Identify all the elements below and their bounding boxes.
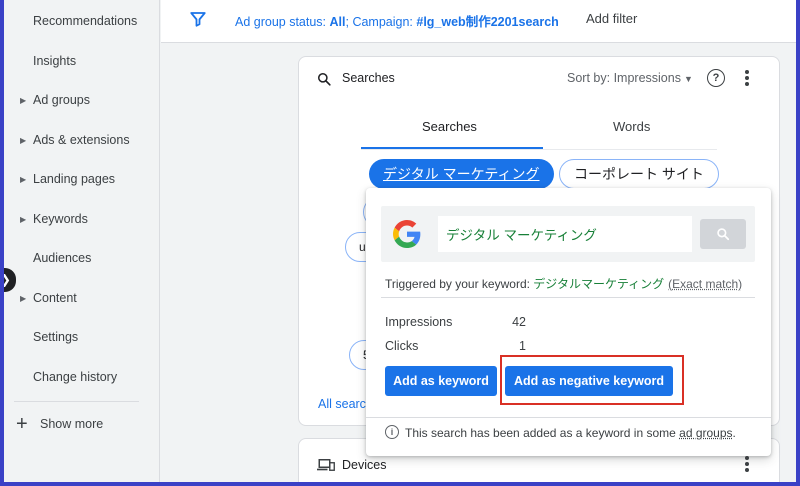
help-icon[interactable]: ? <box>707 69 725 87</box>
search-preview-box: デジタル マーケティング <box>381 206 755 262</box>
triggered-keyword: デジタルマーケティング <box>533 277 665 291</box>
triggered-label: Triggered by your keyword: <box>385 277 534 291</box>
caret-down-icon: ▼ <box>683 74 693 84</box>
tab-divider <box>361 149 717 150</box>
sidebar-item-label: Change history <box>33 370 118 384</box>
stat-value-impressions: 42 <box>512 315 526 329</box>
card-title: Searches <box>342 71 395 85</box>
filter-bar: Ad group status: All; Campaign: #lg_web制… <box>161 0 796 43</box>
stat-value-clicks: 1 <box>519 339 526 353</box>
search-query-field: デジタル マーケティング <box>438 216 692 252</box>
sidebar: Recommendations Insights ▶ Ad groups ▶ A… <box>4 0 160 482</box>
card-title: Devices <box>342 458 387 472</box>
tab-searches[interactable]: Searches <box>422 119 477 134</box>
filter-icon[interactable] <box>189 10 207 28</box>
sidebar-item-label: Insights <box>33 54 77 68</box>
more-vert-icon[interactable] <box>745 70 749 86</box>
search-term-chip[interactable]: コーポレート サイト <box>559 159 719 189</box>
more-vert-icon[interactable] <box>745 456 749 472</box>
stat-label-impressions: Impressions <box>385 315 453 329</box>
sort-by-dropdown[interactable]: Sort by: Impressions ▼ <box>567 71 693 85</box>
expand-arrow-icon: ▶ <box>20 95 27 105</box>
sidebar-item-change-history[interactable]: Change history <box>4 362 160 392</box>
sort-by-label: Sort by: <box>567 71 611 85</box>
sidebar-item-insights[interactable]: Insights <box>4 46 160 76</box>
sidebar-item-recommendations[interactable]: Recommendations <box>4 6 160 36</box>
add-as-negative-keyword-button[interactable]: Add as negative keyword <box>505 366 673 396</box>
match-type[interactable]: (Exact match) <box>668 277 742 291</box>
search-term-chip-selected[interactable]: デジタル マーケティング <box>369 159 554 189</box>
sidebar-item-label: Content <box>33 291 77 305</box>
filter-value-campaign: #lg_web制作2201search <box>416 15 559 29</box>
popup-divider <box>381 297 755 298</box>
tab-active-indicator <box>361 147 543 149</box>
sidebar-item-label: Ads & extensions <box>33 133 130 147</box>
expand-arrow-icon: ▶ <box>20 214 27 224</box>
search-icon <box>717 228 730 241</box>
chevron-right-icon: ❯ <box>4 272 11 288</box>
app-frame: Recommendations Insights ▶ Ad groups ▶ A… <box>4 0 796 482</box>
info-message-suffix: . <box>732 426 736 440</box>
filter-label-campaign: ; Campaign: <box>345 15 417 29</box>
search-button <box>700 219 746 249</box>
plus-icon: + <box>16 413 28 435</box>
sidebar-item-label: Ad groups <box>33 93 90 107</box>
expand-arrow-icon: ▶ <box>20 293 27 303</box>
add-as-keyword-button[interactable]: Add as keyword <box>385 366 497 396</box>
all-searches-link[interactable]: All search <box>318 397 373 411</box>
search-icon <box>317 72 331 86</box>
devices-icon <box>317 459 335 471</box>
expand-arrow-icon: ▶ <box>20 174 27 184</box>
expand-arrow-icon: ▶ <box>20 135 27 145</box>
sidebar-item-ad-groups[interactable]: ▶ Ad groups <box>4 85 160 115</box>
search-term-popup: デジタル マーケティング Triggered by your keyword: … <box>366 188 771 456</box>
triggered-keyword-line: Triggered by your keyword: デジタルマーケティング (E… <box>385 275 742 292</box>
google-logo-icon <box>393 220 421 248</box>
sidebar-item-content[interactable]: ▶ Content <box>4 283 160 313</box>
sidebar-divider <box>14 401 139 402</box>
filter-label-status: Ad group status: <box>235 15 330 29</box>
sidebar-item-label: Landing pages <box>33 172 116 186</box>
tab-words[interactable]: Words <box>613 119 650 134</box>
add-filter-button[interactable]: Add filter <box>586 11 637 26</box>
show-more-label: Show more <box>40 417 104 431</box>
sidebar-item-audiences[interactable]: Audiences <box>4 243 160 273</box>
show-more-button[interactable]: + Show more <box>4 409 160 439</box>
sidebar-item-keywords[interactable]: ▶ Keywords <box>4 204 160 234</box>
ad-groups-link[interactable]: ad groups <box>679 426 732 440</box>
filter-value-status: All <box>329 15 346 29</box>
sidebar-item-ads-extensions[interactable]: ▶ Ads & extensions <box>4 125 160 155</box>
info-message: This search has been added as a keyword … <box>405 426 736 440</box>
sidebar-item-landing-pages[interactable]: ▶ Landing pages <box>4 164 160 194</box>
sidebar-item-label: Keywords <box>33 212 88 226</box>
info-message-text: This search has been added as a keyword … <box>405 426 680 440</box>
sidebar-item-label: Audiences <box>33 251 92 265</box>
sidebar-item-label: Recommendations <box>33 14 138 28</box>
sidebar-item-settings[interactable]: Settings <box>4 322 160 352</box>
sort-by-value: Impressions <box>613 71 681 85</box>
popup-footer-divider <box>366 417 771 418</box>
sidebar-item-label: Settings <box>33 330 79 344</box>
stat-label-clicks: Clicks <box>385 339 419 353</box>
active-filter-chip[interactable]: Ad group status: All; Campaign: #lg_web制… <box>235 11 559 30</box>
info-icon: i <box>385 425 399 439</box>
